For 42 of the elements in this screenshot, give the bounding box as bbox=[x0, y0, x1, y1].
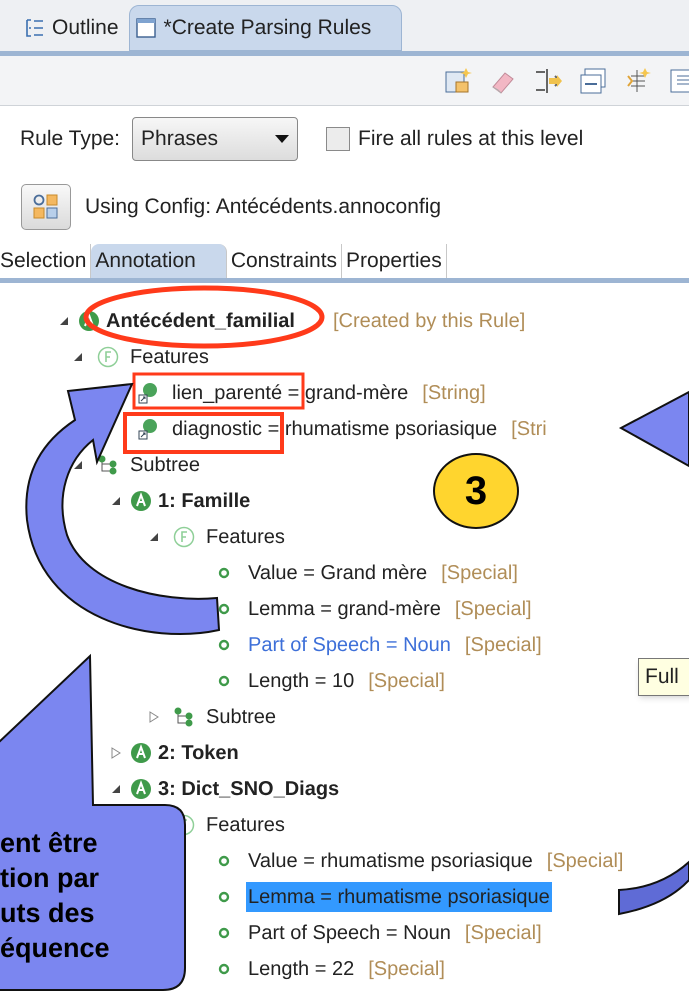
type-note: [String] bbox=[422, 381, 486, 406]
tree-item[interactable]: Features bbox=[204, 810, 287, 840]
callout-text: ent être tion par uts des équence bbox=[0, 827, 111, 965]
type-note: [Special] bbox=[546, 849, 624, 874]
view-tab[interactable]: Outline bbox=[20, 5, 125, 51]
tree-item[interactable]: Features bbox=[204, 522, 287, 552]
tree-item[interactable]: Part of Speech = Noun bbox=[246, 918, 453, 948]
tree-item[interactable]: Features bbox=[128, 342, 211, 372]
sub-tab[interactable]: Selection bbox=[0, 244, 92, 278]
type-note: [Special] bbox=[454, 597, 532, 622]
type-note: [Special] bbox=[464, 633, 542, 658]
type-note: [Stri bbox=[511, 417, 547, 442]
type-note: [Special] bbox=[368, 957, 445, 982]
type-note: [Special] bbox=[368, 669, 445, 694]
view-tab[interactable]: *Create Parsing Rules bbox=[128, 5, 402, 51]
tree-item[interactable]: Lemma = rhumatisme psoriasique bbox=[246, 882, 552, 912]
type-note: [Special] bbox=[441, 561, 518, 586]
tree-item[interactable]: Value = rhumatisme psoriasique bbox=[246, 846, 535, 876]
type-note: [Created by this Rule] bbox=[332, 309, 526, 334]
tooltip: Full bbox=[638, 658, 689, 696]
type-note: [Special] bbox=[464, 921, 542, 946]
rule-type-dropdown[interactable]: Phrases bbox=[132, 117, 298, 161]
tree-item[interactable]: Part of Speech = Noun bbox=[246, 630, 453, 660]
tree-item[interactable]: lien_parenté = grand-mère bbox=[170, 378, 410, 408]
tree-item[interactable]: 1: Famille bbox=[156, 486, 252, 516]
sub-tab[interactable]: Annotation bbox=[91, 244, 227, 278]
tree-item[interactable]: Length = 10 bbox=[246, 666, 356, 696]
tree-item[interactable]: Subtree bbox=[204, 702, 278, 732]
tree-item[interactable]: Value = Grand mère bbox=[246, 558, 430, 588]
tab-label: *Create Parsing Rules bbox=[164, 15, 372, 42]
number-badge: 3 bbox=[433, 453, 519, 529]
tree-item[interactable]: Subtree bbox=[128, 450, 202, 480]
rule-type-label: Rule Type: bbox=[20, 126, 120, 152]
checkbox-label: Fire all rules at this level bbox=[358, 126, 584, 152]
tree-item[interactable]: Lemma = grand-mère bbox=[246, 594, 443, 624]
tree-item[interactable]: 3: Dict_SNO_Diags bbox=[156, 774, 342, 804]
tree-item[interactable]: Antécédent_familial bbox=[104, 306, 297, 336]
tree-item[interactable]: Length = 22 bbox=[246, 954, 356, 984]
tree-item[interactable]: diagnostic = rhumatisme psoriasique bbox=[170, 414, 500, 444]
tab-label: Outline bbox=[52, 15, 119, 42]
tree-item[interactable]: 2: Token bbox=[156, 738, 241, 768]
config-label: Using Config: Antécédents.annoconfig bbox=[85, 194, 442, 220]
